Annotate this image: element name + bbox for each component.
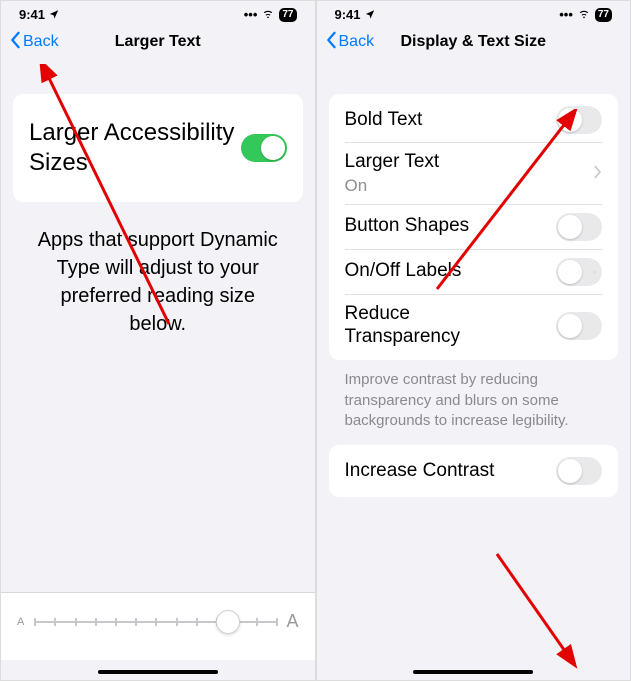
larger-sizes-toggle[interactable] xyxy=(241,134,287,162)
navigation-bar: Back Larger Text xyxy=(1,24,315,64)
annotation-arrow xyxy=(487,544,617,674)
increase-contrast-toggle[interactable] xyxy=(556,457,602,485)
signal-dots-icon: ••• xyxy=(559,7,573,22)
increase-contrast-label: Increase Contrast xyxy=(345,460,495,483)
button-shapes-toggle[interactable] xyxy=(556,213,602,241)
back-label: Back xyxy=(23,33,59,51)
status-time: 9:41 xyxy=(335,7,361,22)
larger-text-row[interactable]: Larger Text On xyxy=(345,143,603,205)
larger-sizes-label: Larger Accessibility Sizes xyxy=(29,118,241,178)
chevron-left-icon xyxy=(325,31,337,54)
larger-text-label: Larger Text xyxy=(345,151,440,174)
onoff-labels-label: On/Off Labels xyxy=(345,260,462,283)
back-button[interactable]: Back xyxy=(325,31,375,54)
accessibility-sizes-card: Larger Accessibility Sizes xyxy=(13,94,303,202)
larger-text-state: On xyxy=(345,176,440,196)
help-text: Apps that support Dynamic Type will adju… xyxy=(13,202,303,362)
text-size-slider-panel: A A xyxy=(1,592,315,660)
location-icon xyxy=(49,7,59,22)
home-indicator[interactable] xyxy=(98,670,218,674)
onoff-labels-row[interactable]: On/Off Labels ◦ xyxy=(345,250,603,295)
reduce-transparency-row[interactable]: Reduce Transparency xyxy=(345,295,603,357)
battery-icon: 77 xyxy=(595,8,612,22)
button-shapes-row[interactable]: Button Shapes xyxy=(345,205,603,250)
bold-text-row[interactable]: Bold Text xyxy=(345,98,603,143)
bold-text-toggle[interactable] xyxy=(556,106,602,134)
bold-text-label: Bold Text xyxy=(345,109,423,132)
larger-text-screen: 9:41 ••• 77 Back Larger Text xyxy=(0,0,316,681)
onoff-labels-toggle[interactable]: ◦ xyxy=(556,258,602,286)
signal-dots-icon: ••• xyxy=(244,7,258,22)
display-text-size-screen: 9:41 ••• 77 Back Display & Text Size xyxy=(316,0,631,681)
back-label: Back xyxy=(339,33,375,51)
text-size-slider[interactable] xyxy=(34,621,276,623)
settings-group-2: Increase Contrast xyxy=(329,445,619,497)
chevron-right-icon xyxy=(594,163,602,184)
wifi-icon xyxy=(577,7,591,22)
wifi-icon xyxy=(261,7,275,22)
back-button[interactable]: Back xyxy=(9,31,59,54)
navigation-bar: Back Display & Text Size xyxy=(317,24,631,64)
increase-contrast-row[interactable]: Increase Contrast xyxy=(345,449,603,493)
button-shapes-label: Button Shapes xyxy=(345,215,470,238)
settings-group-1: Bold Text Larger Text On Button Shapes xyxy=(329,94,619,360)
reduce-transparency-label: Reduce Transparency xyxy=(345,303,525,349)
group-footer-text: Improve contrast by reducing transparenc… xyxy=(329,360,619,441)
reduce-transparency-toggle[interactable] xyxy=(556,312,602,340)
status-bar: 9:41 ••• 77 xyxy=(317,1,631,24)
status-time: 9:41 xyxy=(19,7,45,22)
location-icon xyxy=(365,7,375,22)
slider-max-label: A xyxy=(286,611,298,632)
status-bar: 9:41 ••• 77 xyxy=(1,1,315,24)
slider-min-label: A xyxy=(17,616,24,628)
chevron-left-icon xyxy=(9,31,21,54)
home-indicator[interactable] xyxy=(413,670,533,674)
battery-icon: 77 xyxy=(279,8,296,22)
